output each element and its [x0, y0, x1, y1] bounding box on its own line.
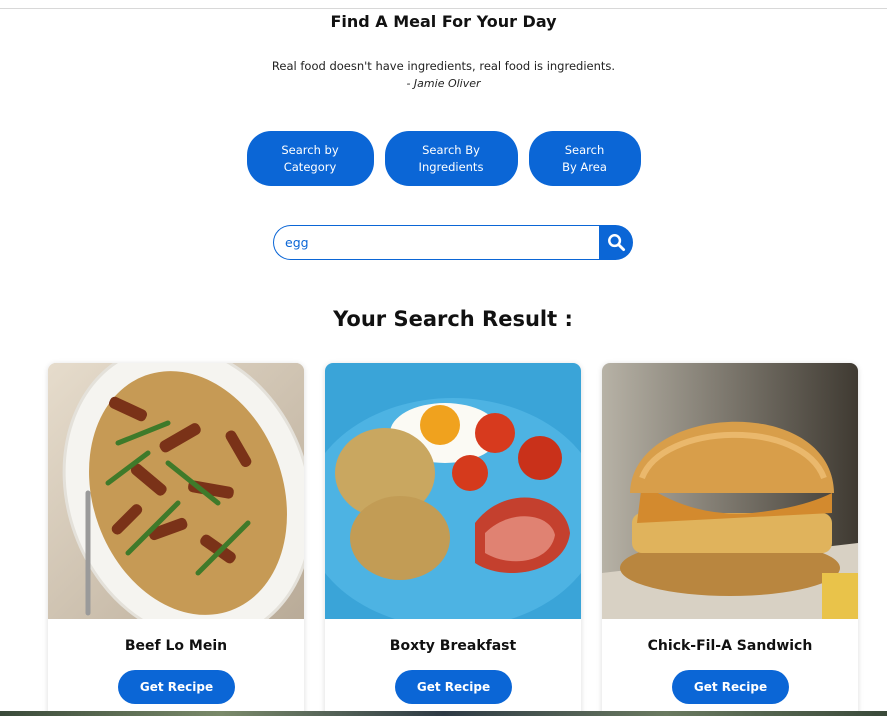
meal-image	[325, 363, 581, 619]
meal-image	[48, 363, 304, 619]
search-by-area-button[interactable]: Search By Area	[528, 131, 641, 186]
meal-card: Beef Lo Mein Get Recipe	[48, 363, 304, 716]
search-icon	[607, 234, 625, 252]
button-label-line2: Ingredients	[418, 159, 484, 174]
button-label-line1: Search By	[422, 142, 480, 157]
quote-author: - Jamie Oliver	[406, 77, 481, 90]
meal-name: Boxty Breakfast	[389, 638, 517, 654]
meal-name: Chick-Fil-A Sandwich	[647, 638, 813, 654]
search-button[interactable]	[599, 225, 633, 260]
page-title: Find A Meal For Your Day	[330, 12, 557, 31]
bottom-footer-strip	[0, 711, 887, 716]
top-nav-bar	[0, 0, 887, 9]
search-bar	[273, 225, 633, 260]
button-label-line1: Search by	[281, 142, 339, 157]
search-by-ingredients-button[interactable]: Search By Ingredients	[384, 131, 518, 186]
get-recipe-button[interactable]: Get Recipe	[118, 670, 235, 704]
get-recipe-button[interactable]: Get Recipe	[672, 670, 789, 704]
search-by-category-button[interactable]: Search by Category	[246, 131, 374, 186]
search-input[interactable]	[273, 225, 599, 260]
quote-text: Real food doesn't have ingredients, real…	[271, 59, 616, 73]
results-title: Your Search Result :	[333, 307, 573, 331]
search-mode-buttons: Search by Category Search By Ingredients…	[0, 131, 887, 186]
get-recipe-button[interactable]: Get Recipe	[395, 670, 512, 704]
meal-card: Boxty Breakfast Get Recipe	[325, 363, 581, 716]
button-label-line2: Category	[283, 159, 337, 174]
meal-name: Beef Lo Mein	[124, 638, 228, 654]
button-label-line2: By Area	[562, 159, 607, 174]
meal-image	[602, 363, 858, 619]
button-label-line1: Search	[564, 142, 605, 157]
meal-card: Chick-Fil-A Sandwich Get Recipe	[602, 363, 858, 716]
